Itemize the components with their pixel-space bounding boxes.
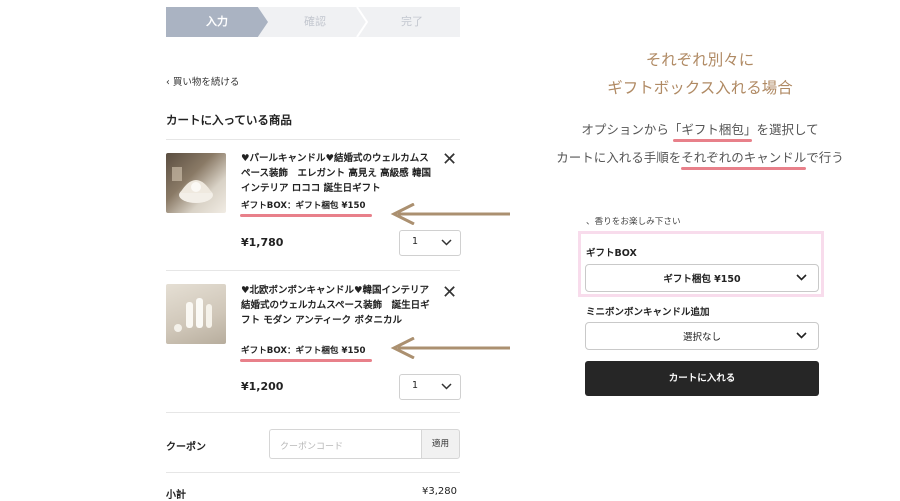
gift-box-label: ギフトBOX	[586, 248, 637, 259]
step-input: 入力	[166, 7, 268, 37]
mini-candle-select[interactable]: 選択なし	[585, 322, 819, 350]
step-divider-icon	[356, 7, 368, 37]
caption-heading: それぞれ別々に ギフトボックス入れる場合	[540, 46, 860, 102]
remove-item-icon[interactable]: ✕	[442, 284, 457, 302]
caption-highlight: 「ギフト梱包」	[668, 116, 757, 144]
caption-highlight-text: 「ギフト梱包」	[668, 122, 757, 137]
chevron-left-icon: ‹	[166, 77, 170, 88]
caption-highlight-text: それぞれのキャンドル	[681, 150, 807, 165]
divider	[166, 270, 460, 271]
quantity-value: 1	[412, 380, 419, 391]
mini-candle-label: ミニボンボンキャンドル追加	[586, 307, 710, 318]
gift-box-value: ギフト梱包 ¥150	[663, 274, 741, 285]
checkout-steps: 確認 完了 入力	[166, 7, 460, 37]
candle-image-icon	[174, 298, 212, 332]
arrow-left-icon	[390, 337, 510, 359]
caption-line-3: オプションから「ギフト梱包」 を選択して	[520, 116, 880, 144]
divider	[166, 139, 460, 140]
subtotal-value: ¥3,280	[422, 486, 457, 497]
step-confirm: 確認	[304, 15, 326, 28]
fragrance-note: 、香りをお楽しみ下さい	[586, 217, 681, 227]
caption-body: オプションから「ギフト梱包」 を選択して カートに入れる手順をそれぞれのキャンドル…	[520, 116, 880, 172]
chevron-down-icon	[796, 332, 807, 339]
coupon-label: クーポン	[166, 442, 206, 453]
quantity-select[interactable]: 1	[399, 374, 461, 400]
mini-candle-value: 選択なし	[682, 332, 721, 343]
product-option: ギフトBOX：ギフト梱包 ¥150	[241, 346, 366, 356]
quantity-value: 1	[412, 236, 419, 247]
gift-box-select[interactable]: ギフト梱包 ¥150	[585, 264, 819, 292]
product-thumbnail-bonbon[interactable]	[166, 284, 226, 344]
step-complete: 完了	[401, 15, 423, 28]
continue-shopping-link[interactable]: ‹ 買い物を続ける	[166, 74, 239, 88]
chevron-down-icon	[441, 383, 452, 390]
product-price: ¥1,780	[241, 236, 284, 249]
caption-line-1: それぞれ別々に	[645, 51, 755, 69]
divider	[166, 412, 460, 413]
remove-item-icon[interactable]: ✕	[442, 151, 457, 169]
product-price: ¥1,200	[241, 380, 284, 393]
highlight-underline	[240, 359, 372, 362]
product-thumbnail-pearl[interactable]	[166, 153, 226, 213]
subtotal-label: 小計	[166, 490, 186, 501]
cart-title: カートに入っている商品	[166, 113, 292, 127]
coupon-input[interactable]: クーポンコード	[269, 429, 421, 459]
highlight-underline	[240, 214, 372, 217]
arrow-left-icon	[390, 203, 510, 225]
caption-text: カートに入れる手順を	[556, 150, 682, 165]
chevron-down-icon	[441, 239, 452, 246]
highlight-underline	[672, 139, 753, 142]
caption-line-2: ギフトボックス入れる場合	[607, 79, 793, 97]
continue-shopping-label: 買い物を続ける	[172, 77, 240, 88]
caption-text: で行う	[806, 150, 844, 165]
caption-highlight: それぞれのキャンドル	[681, 144, 807, 172]
quantity-select[interactable]: 1	[399, 230, 461, 256]
caption-text: オプションから	[581, 122, 669, 137]
product-option: ギフトBOX：ギフト梱包 ¥150	[241, 201, 366, 211]
product-name[interactable]: ♥パールキャンドル♥結婚式のウェルカムスペース装飾 エレガント 高見え 高級感 …	[241, 151, 436, 196]
highlight-underline	[681, 167, 807, 170]
add-to-cart-button[interactable]: カートに入れる	[585, 361, 819, 396]
candle-image-icon	[172, 167, 213, 203]
product-name[interactable]: ♥北欧ボンボンキャンドル♥韓国インテリア 結婚式のウェルカムスペース装飾 誕生日…	[241, 283, 439, 328]
caption-text: を選択して	[756, 122, 819, 137]
coupon-apply-button[interactable]: 適用	[421, 429, 460, 459]
caption-line-4: カートに入れる手順をそれぞれのキャンドル で行う	[520, 144, 880, 172]
divider	[166, 472, 460, 473]
chevron-down-icon	[796, 274, 807, 281]
